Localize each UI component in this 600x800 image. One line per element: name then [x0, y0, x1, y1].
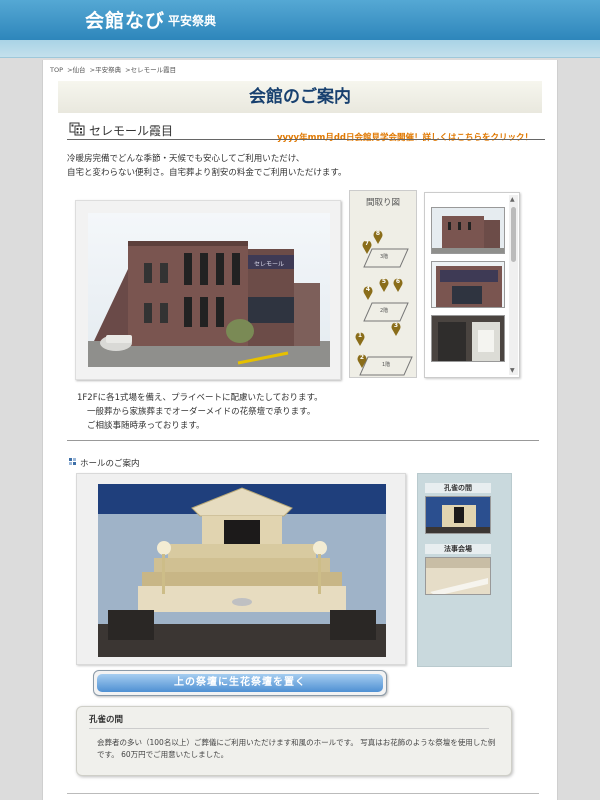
- hall-thumbnail-memorial[interactable]: [425, 557, 491, 595]
- scroll-up-icon[interactable]: ▲: [510, 196, 515, 203]
- floor-label-2f: 2階: [380, 308, 389, 314]
- hall-tab-label[interactable]: 孔雀の間: [425, 483, 491, 493]
- thumbnail-entrance[interactable]: [431, 315, 505, 362]
- hall-tab-label[interactable]: 法事会場: [425, 544, 491, 554]
- description-title: 孔雀の間: [89, 715, 124, 725]
- pin-number: 7: [364, 240, 370, 247]
- floor-label-3f: 3階: [380, 254, 389, 260]
- room-pin-8[interactable]: 8: [373, 229, 383, 244]
- breadcrumb-top[interactable]: TOP: [50, 66, 63, 74]
- site-logo[interactable]: 会館なび: [85, 6, 165, 33]
- flower-altar-button[interactable]: 上の祭壇に生花祭壇を置く: [93, 670, 387, 696]
- main-photo-frame: セレモール: [75, 200, 341, 380]
- page-title: 会館のご案内: [249, 87, 351, 107]
- flower-altar-button-label: 上の祭壇に生花祭壇を置く: [97, 674, 383, 692]
- section-divider: [67, 793, 539, 794]
- scroll-down-icon[interactable]: ▼: [510, 367, 515, 374]
- breadcrumb-heian[interactable]: >平安祭典: [90, 66, 121, 74]
- room-pin-1[interactable]: 1: [355, 331, 365, 346]
- building-icon: [69, 122, 85, 136]
- site-header: 会館なび 平安祭典: [0, 0, 600, 40]
- hall-name: セレモール霞目: [89, 124, 174, 138]
- room-pin-6[interactable]: 6: [393, 277, 403, 292]
- section-bullet-icon: [69, 458, 76, 465]
- intro-line: 自宅と変わらない便利さ。自宅葬より割安の料金でご利用いただけます。: [67, 168, 347, 178]
- thumbnail-scrollbar[interactable]: ▲ ▼: [509, 195, 518, 375]
- breadcrumb-sendai[interactable]: >仙台: [67, 66, 85, 74]
- room-pin-5[interactable]: 5: [379, 277, 389, 292]
- description-text: 会葬者の多い（100名以上）ご葬儀にご利用いただけます和風のホールです。 写真は…: [97, 738, 496, 759]
- altar-photo: [98, 484, 386, 657]
- hall-description-box: 孔雀の間 会葬者の多い（100名以上）ご葬儀にご利用いただけます和風のホールです…: [76, 706, 512, 776]
- header-stripe: [0, 40, 600, 58]
- page-title-bar: 会館のご案内: [58, 81, 542, 113]
- room-pin-2[interactable]: 2: [357, 353, 367, 368]
- feature-line: 1F2Fに各1式場を備え、プライベートに配慮いたしております。: [77, 393, 323, 403]
- section-divider: [67, 440, 539, 441]
- pin-number: 5: [381, 278, 387, 285]
- intro-line: 冷暖房完備でどんな季節・天候でも安心してご利用いただけ、: [67, 154, 305, 164]
- pin-number: 3: [393, 322, 399, 329]
- floor-label-1f: 1階: [382, 362, 391, 368]
- building-photo: セレモール: [88, 213, 330, 367]
- room-pin-3[interactable]: 3: [391, 321, 401, 336]
- pin-number: 2: [359, 354, 365, 361]
- breadcrumb: TOP >仙台 >平安祭典 >セレモール霞目: [50, 64, 178, 74]
- hall-photo-frame: [76, 473, 406, 665]
- room-pin-4[interactable]: 4: [363, 285, 373, 300]
- floor-plan-panel[interactable]: 間取り図 3階 2階 1階 7 8 4 5 6 1 2 3: [349, 190, 417, 378]
- breadcrumb-current: >セレモール霞目: [125, 66, 177, 74]
- photo-thumbnail-list[interactable]: ▲ ▼: [424, 192, 520, 378]
- floor-plan-label: 間取り図: [365, 198, 400, 208]
- svg-text:セレモール: セレモール: [254, 261, 284, 268]
- feature-line: ご相談事随時承っております。: [87, 421, 205, 431]
- thumbnail-signboard[interactable]: [431, 261, 505, 308]
- pin-number: 4: [365, 286, 371, 293]
- hall-section-title: ホールのご案内: [80, 459, 140, 469]
- page-content: TOP >仙台 >平安祭典 >セレモール霞目 会館のご案内 セレモール霞目 yy…: [42, 60, 558, 800]
- scrollbar-thumb[interactable]: [511, 207, 516, 262]
- hall-features: 1F2Fに各1式場を備え、プライベートに配慮いたしております。 一般葬から家族葬…: [77, 391, 323, 433]
- pin-number: 1: [357, 332, 363, 339]
- hall-thumbnail-peacock[interactable]: [425, 496, 491, 534]
- open-house-link[interactable]: yyyy年mm月dd日会館見学会開催！詳しくはこちらをクリック！: [277, 131, 533, 143]
- hall-selector-panel: 孔雀の間 法事会場: [417, 473, 512, 667]
- divider: [67, 139, 545, 140]
- room-pin-7[interactable]: 7: [362, 239, 372, 254]
- company-name[interactable]: 平安祭典: [168, 12, 216, 29]
- hall-intro: 冷暖房完備でどんな季節・天候でも安心してご利用いただけ、 自宅と変わらない便利さ…: [67, 152, 346, 180]
- pin-number: 6: [395, 278, 401, 285]
- divider: [89, 728, 489, 729]
- thumbnail-exterior[interactable]: [431, 207, 505, 254]
- feature-line: 一般葬から家族葬までオーダーメイドの花祭壇で承ります。: [87, 407, 316, 417]
- pin-number: 8: [375, 230, 381, 237]
